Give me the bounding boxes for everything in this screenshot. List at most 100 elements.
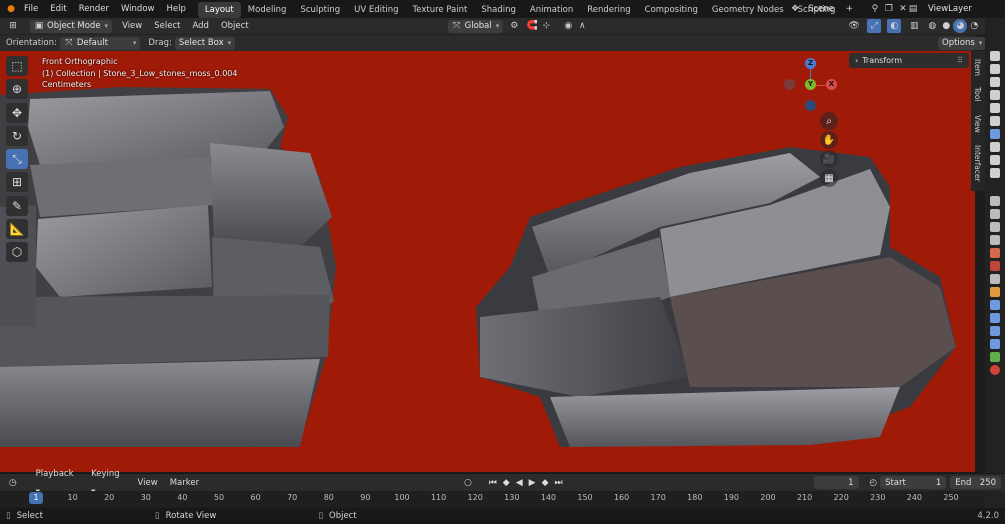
menu-render[interactable]: Render	[73, 0, 115, 18]
constraints-properties-icon[interactable]	[990, 339, 1000, 349]
menu-help[interactable]: Help	[160, 0, 191, 18]
prev-keyframe-icon[interactable]: ◆	[503, 478, 510, 488]
camera-restrict-icon[interactable]	[990, 116, 1000, 126]
clock-icon[interactable]: ◴	[867, 476, 881, 490]
add-cube-tool-icon[interactable]: ⬡	[6, 242, 28, 262]
modifier-properties-icon[interactable]	[990, 300, 1000, 310]
measure-tool-icon[interactable]: 📐	[6, 219, 28, 239]
neg-z-axis-handle[interactable]	[805, 100, 816, 111]
play-reverse-icon[interactable]: ◀	[516, 478, 523, 488]
pivot-icon[interactable]: ⚙	[507, 19, 521, 33]
header-menu-view[interactable]: View	[116, 17, 148, 35]
shading-solid-icon[interactable]: ●	[939, 19, 953, 33]
play-icon[interactable]: ▶	[529, 478, 536, 488]
output-properties-icon[interactable]	[990, 222, 1000, 232]
header-menu-select[interactable]: Select	[148, 17, 186, 35]
sidebar-tab-tool[interactable]: Tool	[973, 87, 982, 102]
camera-restrict-icon[interactable]	[990, 64, 1000, 74]
sidebar-tab-view[interactable]: View	[973, 115, 982, 133]
material-properties-icon[interactable]	[990, 365, 1000, 375]
pan-hand-icon[interactable]: ✋	[820, 131, 838, 149]
tab-rendering[interactable]: Rendering	[580, 2, 637, 18]
tab-texture-paint[interactable]: Texture Paint	[406, 2, 475, 18]
tab-animation[interactable]: Animation	[523, 2, 580, 18]
start-frame-field[interactable]: Start 1	[880, 476, 947, 489]
ortho-grid-icon[interactable]: ▦	[820, 169, 838, 187]
copy-icon[interactable]: ❐	[882, 2, 896, 16]
menu-edit[interactable]: Edit	[44, 0, 72, 18]
navigation-gizmo[interactable]: Z Y X	[784, 58, 838, 112]
scale-tool-icon[interactable]: ⤡	[6, 149, 28, 169]
camera-restrict-icon[interactable]	[990, 90, 1000, 100]
y-axis-handle[interactable]: Y	[805, 79, 816, 90]
camera-restrict-icon-active[interactable]	[990, 129, 1000, 139]
physics-properties-icon[interactable]	[990, 326, 1000, 336]
select-tool-icon[interactable]: ⬚	[6, 56, 28, 76]
snap-icon[interactable]: 🧲	[525, 19, 539, 33]
sidebar-tab-interfacer[interactable]: Interfacer	[973, 145, 982, 182]
next-keyframe-icon[interactable]: ◆	[542, 478, 549, 488]
mode-dropdown[interactable]: ▣ Object Mode ▾	[30, 19, 113, 33]
timeline-editor-icon[interactable]: ◷	[6, 476, 20, 490]
tab-sculpting[interactable]: Sculpting	[293, 2, 347, 18]
annotate-tool-icon[interactable]: ✎	[6, 196, 28, 216]
timeline-menu-view[interactable]: View	[132, 474, 164, 492]
tab-modeling[interactable]: Modeling	[241, 2, 294, 18]
data-properties-icon[interactable]	[990, 352, 1000, 362]
drag-handle-icon[interactable]: ⠿	[957, 56, 963, 65]
particles-properties-icon[interactable]	[990, 313, 1000, 323]
camera-restrict-icon[interactable]	[990, 51, 1000, 61]
header-menu-object[interactable]: Object	[215, 17, 255, 35]
zoom-icon[interactable]: ⌕	[820, 112, 838, 130]
proportional-edit-icon[interactable]: ◉	[561, 19, 575, 33]
pin-icon[interactable]: ⚲	[868, 2, 882, 16]
world-properties-icon[interactable]	[990, 261, 1000, 271]
tab-layout[interactable]: Layout	[197, 1, 241, 18]
camera-restrict-icon[interactable]	[990, 155, 1000, 165]
sidebar-tab-item[interactable]: Item	[973, 59, 982, 76]
scene-properties-icon[interactable]	[990, 248, 1000, 258]
tool-properties-icon[interactable]	[990, 196, 1000, 206]
view-layer-selector[interactable]: ▤ ViewLayer	[906, 0, 972, 18]
overlays-icon[interactable]: ◐	[887, 19, 902, 33]
move-tool-icon[interactable]: ✥	[6, 103, 28, 123]
camera-restrict-icon[interactable]	[990, 103, 1000, 113]
rotate-tool-icon[interactable]: ↻	[6, 126, 28, 146]
tab-geometry-nodes[interactable]: Geometry Nodes	[705, 2, 791, 18]
options-dropdown[interactable]: Options ▾	[938, 36, 987, 50]
transform-tool-icon[interactable]: ⊞	[6, 172, 28, 192]
tab-compositing[interactable]: Compositing	[638, 2, 705, 18]
collection-properties-icon[interactable]	[990, 274, 1000, 284]
tab-shading[interactable]: Shading	[474, 2, 523, 18]
menu-file[interactable]: File	[18, 0, 44, 18]
drag-dropdown[interactable]: Select Box ▾	[174, 36, 236, 50]
current-frame-indicator[interactable]: 1	[29, 492, 43, 504]
falloff-icon[interactable]: ∧	[575, 19, 589, 33]
camera-restrict-icon[interactable]	[990, 168, 1000, 178]
scene-selector[interactable]: ❖ Scene ⚲ ❐ ✕	[788, 0, 910, 18]
visibility-icon[interactable]: 👁	[847, 19, 861, 33]
timeline-ruler[interactable]: 1 10 20 30 40 50 60 70 80 90 100 110 120 130 140 150 16…	[0, 491, 985, 507]
cursor-tool-icon[interactable]: ⊕	[6, 79, 28, 99]
view-layer-properties-icon[interactable]	[990, 235, 1000, 245]
orientation-dropdown[interactable]: ⤧ Default ▾	[59, 36, 141, 50]
camera-restrict-icon[interactable]	[990, 142, 1000, 152]
tab-uv-editing[interactable]: UV Editing	[347, 2, 405, 18]
z-axis-handle[interactable]: Z	[805, 58, 816, 69]
timeline-menu-marker[interactable]: Marker	[164, 474, 205, 492]
render-properties-icon[interactable]	[990, 209, 1000, 219]
transform-orientation-dropdown[interactable]: ⤧ Global ▾	[447, 19, 504, 33]
transform-panel-header[interactable]: › Transform ⠿	[849, 53, 969, 68]
editor-type-icon[interactable]: ⊞	[6, 19, 20, 33]
jump-end-icon[interactable]: ⏭	[554, 478, 562, 488]
menu-window[interactable]: Window	[115, 0, 161, 18]
camera-view-icon[interactable]: 🎥	[820, 150, 838, 168]
shading-material-icon[interactable]: ◕	[953, 19, 968, 33]
current-frame-field[interactable]: 1	[813, 476, 859, 489]
neg-x-axis-handle[interactable]	[784, 79, 795, 90]
shading-wireframe-icon[interactable]: ◍	[925, 19, 939, 33]
end-frame-field[interactable]: End 250	[950, 476, 1002, 489]
camera-restrict-icon[interactable]	[990, 77, 1000, 87]
snap-target-icon[interactable]: ⊹	[539, 19, 553, 33]
jump-start-icon[interactable]: ⏮	[489, 478, 497, 488]
